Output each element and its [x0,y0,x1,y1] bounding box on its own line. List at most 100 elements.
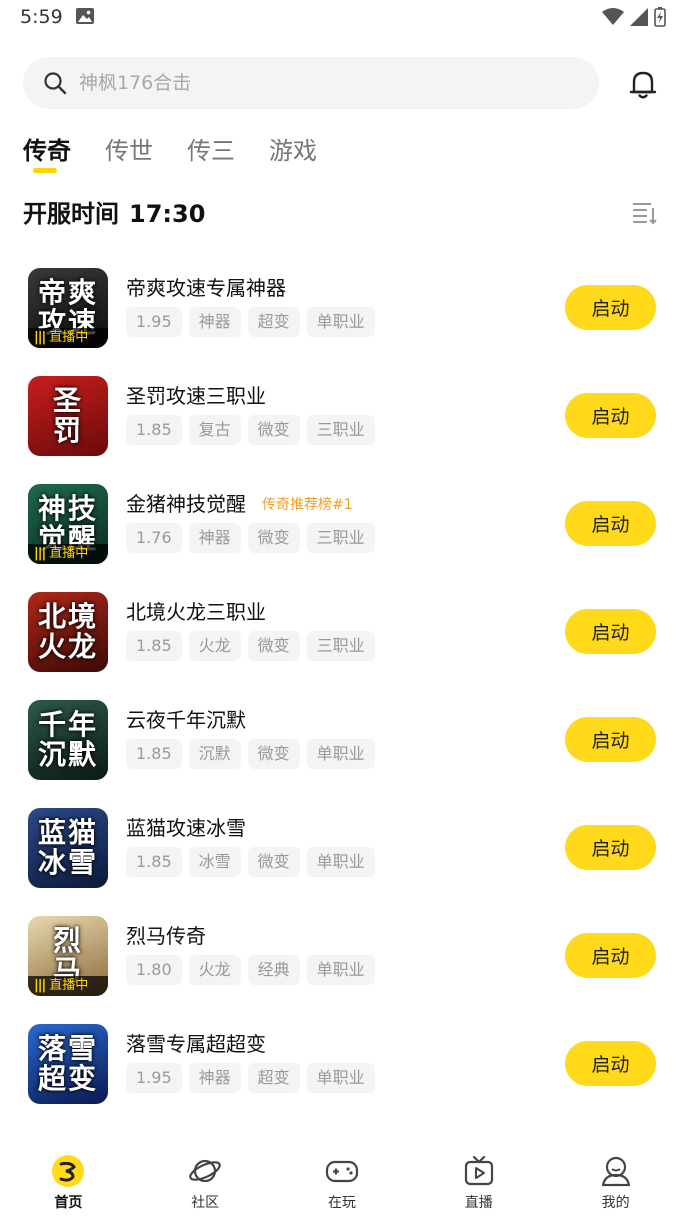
game-name: 圣罚攻速三职业 [126,380,266,409]
game-tag: 单职业 [306,739,375,769]
live-badge-label: 直播中 [49,978,89,993]
game-tag: 微变 [247,631,300,661]
live-badge-label: 直播中 [49,546,89,561]
start-button[interactable]: 启动 [565,933,656,978]
live-bars-icon: ||| [34,330,46,345]
game-icon-art: 圣 罚 [52,384,83,447]
server-open-time-value: 17:30 [129,200,206,228]
game-name: 落雪专属超超变 [126,1028,266,1057]
live-badge: ||| 直播中 [28,544,108,564]
game-name: 烈马传奇 [126,920,206,949]
game-tag: 微变 [247,415,300,445]
game-list-item[interactable]: 神技 觉醒 ||| 直播中 金猪神技觉醒 传奇推荐榜#1 1.76 神器 微变 三职业 启动 [0,470,684,578]
search-input[interactable] [79,72,549,94]
live-badge: ||| 直播中 [28,976,108,996]
game-list-item[interactable]: 蓝猫 冰雪 蓝猫攻速冰雪 1.85 冰雪 微变 单职业 启动 [0,794,684,902]
game-tags: 1.85 复古 微变 三职业 [126,415,375,445]
status-indicators [602,6,666,28]
game-icon[interactable]: 烈 马 ||| 直播中 [28,916,108,996]
game-tag: 超变 [247,1063,300,1093]
game-tags: 1.85 火龙 微变 三职业 [126,631,375,661]
tab-active-indicator [33,168,57,173]
tab-label: 传世 [105,137,153,165]
game-tags: 1.76 神器 微变 三职业 [126,523,375,553]
game-title: 金猪神技觉醒 [126,492,246,516]
game-tag: 微变 [247,523,300,553]
game-list-item[interactable]: 帝爽 攻速 ||| 直播中 帝爽攻速专属神器 1.95 神器 超变 单职业 启动 [0,254,684,362]
wifi-icon [602,8,624,25]
game-tags: 1.80 火龙 经典 单职业 [126,955,375,985]
game-icon[interactable]: 圣 罚 [28,376,108,456]
search-bar[interactable] [23,57,599,109]
game-tag: 复古 [188,415,241,445]
game-icon-art: 千年 沉默 [37,708,98,771]
game-name: 蓝猫攻速冰雪 [126,812,246,841]
tab-chuansan[interactable]: 传三 [187,134,235,178]
game-icon[interactable]: 北境 火龙 [28,592,108,672]
game-icon[interactable]: 千年 沉默 [28,700,108,780]
start-button[interactable]: 启动 [565,717,656,762]
game-name: 帝爽攻速专属神器 [126,272,286,301]
game-name: 北境火龙三职业 [126,596,266,625]
nav-home[interactable]: 首页 [0,1144,137,1216]
start-button[interactable]: 启动 [565,501,656,546]
version-tag: 1.76 [126,523,182,553]
bell-icon[interactable] [626,67,660,101]
live-badge: ||| 直播中 [28,328,108,348]
nav-community[interactable]: 社区 [137,1144,274,1216]
game-title: 云夜千年沉默 [126,708,246,732]
game-tag: 冰雪 [188,847,241,877]
game-tag: 神器 [188,1063,241,1093]
sort-icon[interactable] [630,198,658,226]
tab-youxi[interactable]: 游戏 [269,134,317,178]
start-button[interactable]: 启动 [565,285,656,330]
game-list-item[interactable]: 落雪 超变 落雪专属超超变 1.95 神器 超变 单职业 启动 [0,1010,684,1118]
image-notification-icon [76,8,94,24]
start-button[interactable]: 启动 [565,609,656,654]
game-list-item[interactable]: 北境 火龙 北境火龙三职业 1.85 火龙 微变 三职业 启动 [0,578,684,686]
nav-label: 首页 [54,1195,83,1211]
game-tag: 超变 [247,307,300,337]
nav-live[interactable]: 直播 [410,1144,547,1216]
game-icon[interactable]: 蓝猫 冰雪 [28,808,108,888]
nav-label: 在玩 [327,1195,356,1211]
search-icon [44,72,67,95]
start-button[interactable]: 启动 [565,825,656,870]
game-tag: 火龙 [188,631,241,661]
game-icon-art: 蓝猫 冰雪 [37,816,98,879]
server-open-time-label: 开服时间 [23,200,119,228]
version-tag: 1.80 [126,955,182,985]
signal-icon [630,8,648,26]
game-title: 烈马传奇 [126,924,206,948]
tab-label: 传三 [187,137,235,165]
game-list-item[interactable]: 烈 马 ||| 直播中 烈马传奇 1.80 火龙 经典 单职业 启动 [0,902,684,1010]
game-tag: 神器 [188,307,241,337]
game-icon-art: 北境 火龙 [37,600,98,663]
tab-chuanshi[interactable]: 传世 [105,134,153,178]
live-badge-label: 直播中 [49,330,89,345]
category-tabs: 传奇 传世 传三 游戏 [23,134,317,178]
game-tag: 三职业 [306,523,375,553]
game-tag: 微变 [247,847,300,877]
tab-chuanqi[interactable]: 传奇 [23,134,71,178]
game-tags: 1.85 冰雪 微变 单职业 [126,847,375,877]
game-list: 帝爽 攻速 ||| 直播中 帝爽攻速专属神器 1.95 神器 超变 单职业 启动圣 罚圣罚攻速三… [0,254,684,1144]
nav-profile[interactable]: 我的 [547,1144,684,1216]
game-tag: 单职业 [306,307,375,337]
game-name: 云夜千年沉默 [126,704,246,733]
game-icon[interactable]: 帝爽 攻速 ||| 直播中 [28,268,108,348]
ranking-badge[interactable]: 传奇推荐榜#1 [262,497,353,513]
game-icon[interactable]: 落雪 超变 [28,1024,108,1104]
start-button[interactable]: 启动 [565,1041,656,1086]
game-icon[interactable]: 神技 觉醒 ||| 直播中 [28,484,108,564]
start-button[interactable]: 启动 [565,393,656,438]
tab-label: 传奇 [23,137,71,165]
nav-playing[interactable]: 在玩 [274,1144,411,1216]
game-list-item[interactable]: 圣 罚 圣罚攻速三职业 1.85 复古 微变 三职业 启动 [0,362,684,470]
game-tag: 神器 [188,523,241,553]
game-list-item[interactable]: 千年 沉默 云夜千年沉默 1.85 沉默 微变 单职业 启动 [0,686,684,794]
version-tag: 1.85 [126,847,182,877]
game-tag: 火龙 [188,955,241,985]
game-title: 北境火龙三职业 [126,600,266,624]
version-tag: 1.85 [126,739,182,769]
